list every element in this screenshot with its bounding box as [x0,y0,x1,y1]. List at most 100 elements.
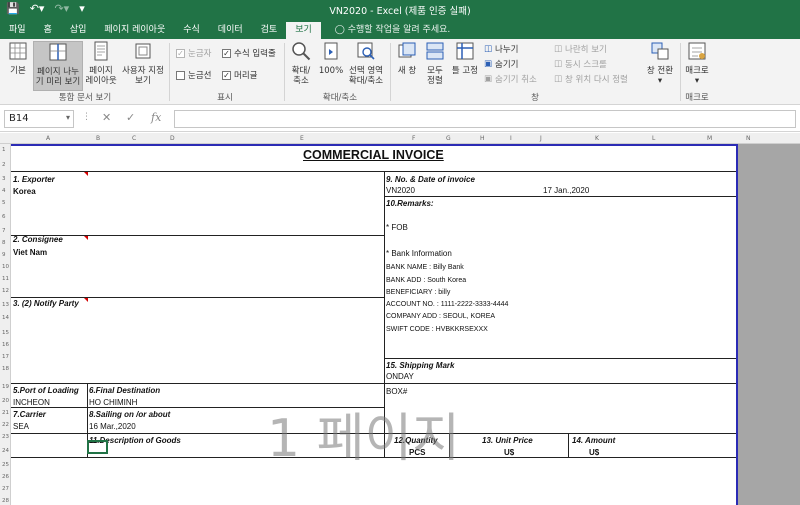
ribbon-separator [284,43,285,101]
tab-view[interactable]: 보기 [286,22,321,39]
page-layout-view-button[interactable]: 페이지 레이아웃 [85,41,117,91]
row-header[interactable]: 14 [2,315,9,321]
freeze-panes-button[interactable]: 틀 고정 [450,41,480,91]
row-header[interactable]: 25 [2,462,9,468]
selected-cell[interactable] [87,440,108,454]
row-header[interactable]: 1 [2,147,6,153]
row-header[interactable]: 8 [2,240,6,246]
custom-views-label-2: 보기 [135,76,151,86]
row-header[interactable]: 17 [2,354,9,360]
row-header[interactable]: 19 [2,384,9,390]
tab-home[interactable]: 홈 [35,22,61,39]
row-header[interactable]: 23 [2,434,9,440]
formula-input[interactable] [174,110,796,128]
reset-window-position-button[interactable]: ◫ 창 위치 다시 정렬 [554,73,628,85]
row-header[interactable]: 16 [2,342,9,348]
row-header[interactable]: 22 [2,422,9,428]
hide-button[interactable]: ▣ 숨기기 [484,58,519,70]
column-header[interactable]: E [300,135,304,142]
switch-windows-button[interactable]: 창 전환 ▾ [643,41,677,91]
row-header[interactable]: 9 [2,252,6,258]
formula-bar-checkbox[interactable]: ✓ 수식 입력줄 [222,47,276,59]
column-header[interactable]: A [46,135,50,142]
row-header[interactable]: 21 [2,410,9,416]
hide-icon: ▣ [484,59,493,69]
group-zoom: 확대/축소 [322,93,358,103]
name-box-dropdown-icon[interactable]: ▾ [66,113,70,122]
column-header[interactable]: D [170,135,175,142]
enter-icon[interactable]: ✓ [126,111,135,124]
insert-function-icon[interactable]: fx [151,111,161,124]
cancel-icon[interactable]: ✕ [102,111,111,124]
tab-review[interactable]: 검토 [252,22,287,39]
tell-me-search[interactable]: ◯ 수행할 작업을 알려 주세요. [321,22,459,39]
shipping-mark-value: ONDAY [386,372,414,381]
column-header[interactable]: B [96,135,100,142]
row-header[interactable]: 27 [2,486,9,492]
arrange-all-icon [426,42,444,60]
tab-formulas[interactable]: 수식 [174,22,209,39]
row-header[interactable]: 28 [2,498,9,504]
row-header[interactable]: 26 [2,474,9,480]
macros-button[interactable]: 매크로 ▾ [683,41,711,91]
new-window-button[interactable]: 새 창 [394,41,420,91]
row-header[interactable]: 20 [2,398,9,404]
tab-data[interactable]: 데이터 [209,22,252,39]
zoom-to-selection-button[interactable]: 선택 영역 확대/축소 [346,41,386,91]
column-header[interactable]: C [132,135,136,142]
column-header[interactable]: F [412,135,415,142]
column-header[interactable]: M [707,135,712,142]
window-title: VN2020 - Excel (제품 인증 실패) [329,6,471,17]
row-header[interactable]: 10 [2,264,9,270]
ruler-checkbox[interactable]: ✓ 눈금자 [176,47,211,59]
row-header[interactable]: 15 [2,330,9,336]
name-box[interactable]: B14 ▾ [4,110,74,128]
row-header[interactable]: 6 [2,214,6,220]
column-header[interactable]: G [446,135,451,142]
tab-page-layout[interactable]: 페이지 레이아웃 [95,22,174,39]
row-header[interactable]: 4 [2,188,6,194]
sync-scroll-button[interactable]: ◫ 동시 스크롤 [554,58,607,70]
zoom-button[interactable]: 확대/ 축소 [288,41,314,91]
worksheet[interactable]: A B C D E F G H I J K L M N 1 2 3 4 5 6 … [0,133,800,505]
invoice-date-value: 17 Jan.,2020 [543,186,590,195]
row-header[interactable]: 11 [2,276,9,282]
amount-currency: U$ [589,448,600,457]
custom-views-icon [135,43,151,59]
column-header[interactable]: K [595,135,599,142]
row-header[interactable]: 5 [2,200,6,206]
page-layout-icon [94,41,108,61]
ruler-label: 눈금자 [188,49,212,59]
row-header[interactable]: 12 [2,288,9,294]
exporter-label: 1. Exporter [13,175,55,184]
page-break-preview-button[interactable]: 페이지 나누 기 미리 보기 [33,41,83,91]
gridlines-checkbox[interactable]: 눈금선 [176,69,211,81]
tab-insert[interactable]: 삽입 [61,22,96,39]
row-header[interactable]: 7 [2,228,6,234]
final-destination-label: 6.Final Destination [89,386,161,395]
view-side-by-side-button[interactable]: ◫ 나란히 보기 [554,43,607,55]
switch-windows-label: 창 전환 [646,66,674,76]
border-line [11,383,736,384]
row-header[interactable]: 18 [2,366,9,372]
column-header[interactable]: L [652,135,655,142]
tab-file[interactable]: 파일 [0,22,35,39]
column-header[interactable]: H [480,135,485,142]
custom-views-button[interactable]: 사용자 지정 보기 [119,41,167,91]
group-show: 표시 [217,93,233,103]
zoom-100-button[interactable]: 100% [317,41,345,91]
normal-view-button[interactable]: 기본 [4,41,32,91]
arrange-all-button[interactable]: 모두 정렬 [422,41,448,91]
consignee-value: Viet Nam [13,248,48,257]
row-header[interactable]: 2 [2,162,6,168]
page-layout-label-1: 페이지 [89,66,113,76]
row-header[interactable]: 13 [2,302,9,308]
row-header[interactable]: 24 [2,448,9,454]
unhide-button[interactable]: ▣ 숨기기 취소 [484,73,537,85]
column-header[interactable]: N [746,135,751,142]
row-header[interactable]: 3 [2,176,6,182]
headings-checkbox[interactable]: ✓ 머리글 [222,69,257,81]
column-header[interactable]: I [510,135,512,142]
split-button[interactable]: ◫ 나누기 [484,43,519,55]
column-header[interactable]: J [540,135,542,142]
